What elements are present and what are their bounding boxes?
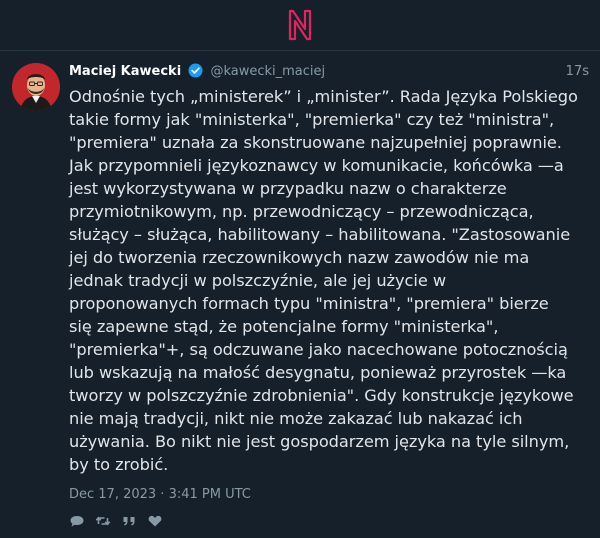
author-name[interactable]: Maciej Kawecki [69,64,181,79]
tweet-header: Maciej Kawecki @kawecki_maciej 17s [69,62,589,82]
tweet-relative-time[interactable]: 17s [566,62,589,82]
verified-badge-icon [188,63,203,78]
n-logo-icon[interactable] [286,8,314,42]
avatar[interactable] [12,63,60,111]
author-handle[interactable]: @kawecki_maciej [210,64,325,79]
reply-icon[interactable] [69,513,85,529]
top-header [0,0,600,51]
tweet-actions [69,513,173,529]
tweet-date[interactable]: Dec 17, 2023 · 3:41 PM UTC [69,487,251,502]
retweet-icon[interactable] [95,513,111,529]
heart-icon[interactable] [147,513,163,529]
tweet[interactable]: Maciej Kawecki @kawecki_maciej 17s Odnoś… [0,51,600,538]
quote-icon[interactable] [121,513,137,529]
tweet-body: Odnośnie tych „ministerek” i „minister”.… [69,87,578,474]
